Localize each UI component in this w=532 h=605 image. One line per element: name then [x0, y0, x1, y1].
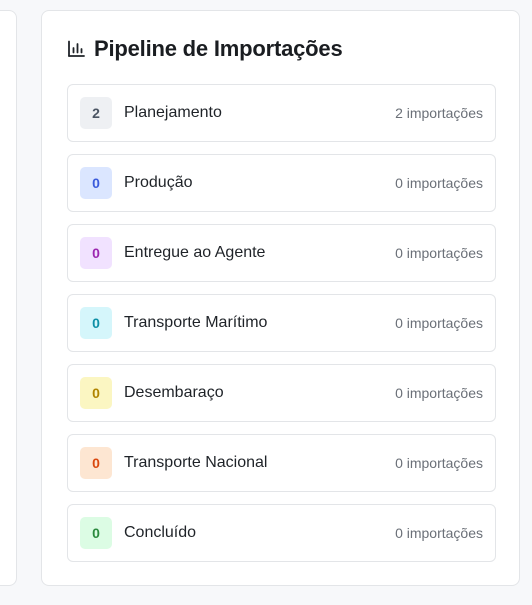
- stage-import-count: 0 importações: [395, 175, 483, 191]
- pipeline-stage-row[interactable]: 0 Transporte Marítimo 0 importações: [67, 294, 496, 352]
- stage-name: Desembaraço: [124, 384, 224, 401]
- pipeline-stage-row[interactable]: 0 Entregue ao Agente 0 importações: [67, 224, 496, 282]
- pipeline-card: Pipeline de Importações 2 Planejamento 2 i…: [41, 10, 520, 586]
- stage-name: Concluído: [124, 524, 197, 541]
- stage-count-badge: 0: [80, 447, 112, 479]
- side-panel-edge: [0, 10, 17, 586]
- stage-import-count: 0 importações: [395, 455, 483, 471]
- stage-import-count: 2 importações: [395, 105, 483, 121]
- stage-count-badge: 0: [80, 307, 112, 339]
- pipeline-stage-row[interactable]: 0 Concluído 0 importações: [67, 504, 496, 562]
- bar-chart-icon: [67, 40, 85, 58]
- stage-count-badge: 2: [80, 97, 112, 129]
- pipeline-stage-row[interactable]: 0 Desembaraço 0 importações: [67, 364, 496, 422]
- stage-import-count: 0 importações: [395, 315, 483, 331]
- stage-count-badge: 0: [80, 377, 112, 409]
- stage-name: Produção: [124, 174, 193, 191]
- pipeline-stage-row[interactable]: 2 Planejamento 2 importações: [67, 84, 496, 142]
- stage-import-count: 0 importações: [395, 385, 483, 401]
- pipeline-stage-row[interactable]: 0 Transporte Nacional 0 importações: [67, 434, 496, 492]
- pipeline-header: Pipeline de Importações: [67, 35, 343, 63]
- stage-name: Planejamento: [124, 104, 222, 121]
- pipeline-stage-row[interactable]: 0 Produção 0 importações: [67, 154, 496, 212]
- stage-name: Transporte Nacional: [124, 454, 268, 471]
- stage-import-count: 0 importações: [395, 245, 483, 261]
- stage-name: Transporte Marítimo: [124, 314, 268, 331]
- pipeline-stage-list: 2 Planejamento 2 importações 0 Produção 0 imp…: [67, 84, 496, 574]
- stage-name: Entregue ao Agente: [124, 244, 266, 261]
- stage-import-count: 0 importações: [395, 525, 483, 541]
- stage-count-badge: 0: [80, 167, 112, 199]
- stage-count-badge: 0: [80, 517, 112, 549]
- pipeline-title: Pipeline de Importações: [94, 36, 343, 61]
- stage-count-badge: 0: [80, 237, 112, 269]
